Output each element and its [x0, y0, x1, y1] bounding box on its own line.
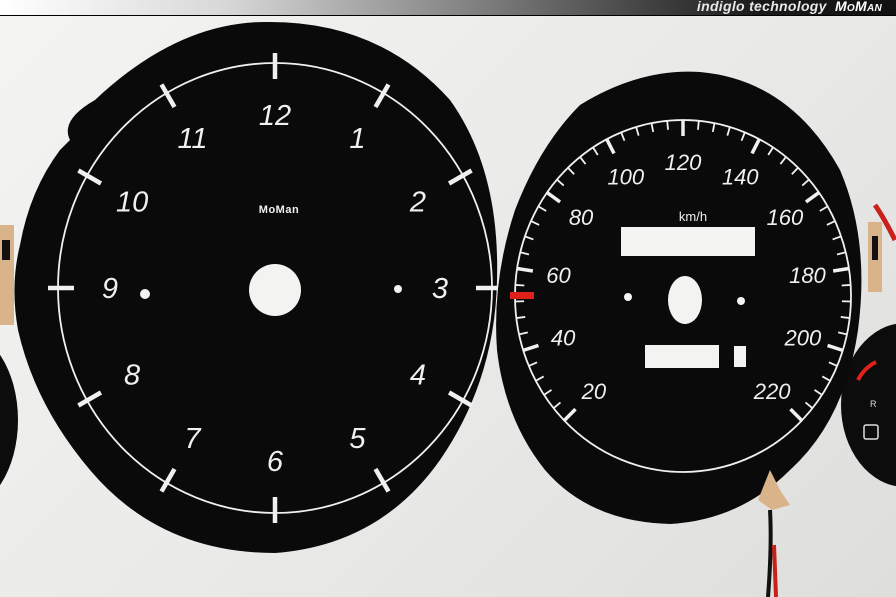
- speedo-label: 200: [783, 325, 821, 350]
- speedo-pin-right: [737, 297, 745, 305]
- clock-hour-numeral: 9: [102, 273, 118, 305]
- speedo-label: 80: [569, 205, 594, 230]
- speedo-minor-tick: [666, 120, 669, 130]
- clock-hour-numeral: 4: [410, 360, 426, 392]
- speedo-label: 220: [753, 379, 791, 404]
- speedo-pin-left: [624, 293, 632, 301]
- clock-hour-numeral: 6: [267, 446, 284, 478]
- speedo-minor-tick: [516, 316, 526, 319]
- clock-hour-numeral: 10: [116, 187, 148, 219]
- wire-black: [766, 509, 773, 597]
- speedo-minor-tick: [841, 284, 851, 287]
- clock-hour-numeral: 1: [349, 123, 365, 155]
- speedo-major-tick: [832, 266, 850, 273]
- speedo-label: 120: [665, 150, 702, 175]
- clock-dial: 121234567891011 MoMan: [14, 21, 502, 553]
- speedo-label: 20: [581, 379, 607, 404]
- left-partial-gauge: [0, 225, 18, 486]
- speedo-label: 160: [767, 205, 804, 230]
- speedo-odometer-window: [645, 345, 719, 368]
- speedo-label: 40: [551, 325, 576, 350]
- clock-hour-numeral: 12: [259, 100, 291, 132]
- clock-hour-numeral: 8: [124, 360, 140, 392]
- svg-text:R: R: [870, 399, 877, 409]
- gauge-photo: R 121234567891011 MoMan 2040608010012014…: [0, 21, 896, 597]
- speedo-top-window: [621, 227, 755, 256]
- speedo-minor-tick: [697, 120, 700, 130]
- clock-center-hole: [249, 264, 301, 316]
- speedo-label: 180: [789, 263, 826, 288]
- speedo-major-tick: [516, 266, 534, 273]
- wire-red: [772, 544, 778, 597]
- clock-dial-logo: MoMan: [259, 204, 299, 216]
- speedo-label: 60: [546, 263, 571, 288]
- clock-hour-numeral: 3: [432, 273, 448, 305]
- speedo-label: 140: [722, 165, 759, 190]
- speedometer-dial: 20 40 60 80 100 120 140 160 180 200 220 km/h: [496, 71, 862, 597]
- clock-hour-numeral: 11: [177, 123, 207, 155]
- speedo-trip-window: [734, 346, 746, 367]
- clock-hour-numeral: 5: [349, 423, 366, 455]
- clock-hour-numeral: 7: [184, 423, 202, 455]
- clock-hour-numeral: 2: [409, 187, 426, 219]
- speedo-center-hole: [668, 276, 702, 324]
- speed-unit-label: km/h: [679, 209, 707, 224]
- clock-pin-hole-left: [140, 289, 150, 299]
- speedo-minor-tick: [840, 316, 850, 319]
- redline-marker: [510, 292, 534, 299]
- speedo-minor-tick: [515, 284, 525, 287]
- speedo-label: 100: [607, 165, 644, 190]
- clock-pin-hole-right: [394, 285, 402, 293]
